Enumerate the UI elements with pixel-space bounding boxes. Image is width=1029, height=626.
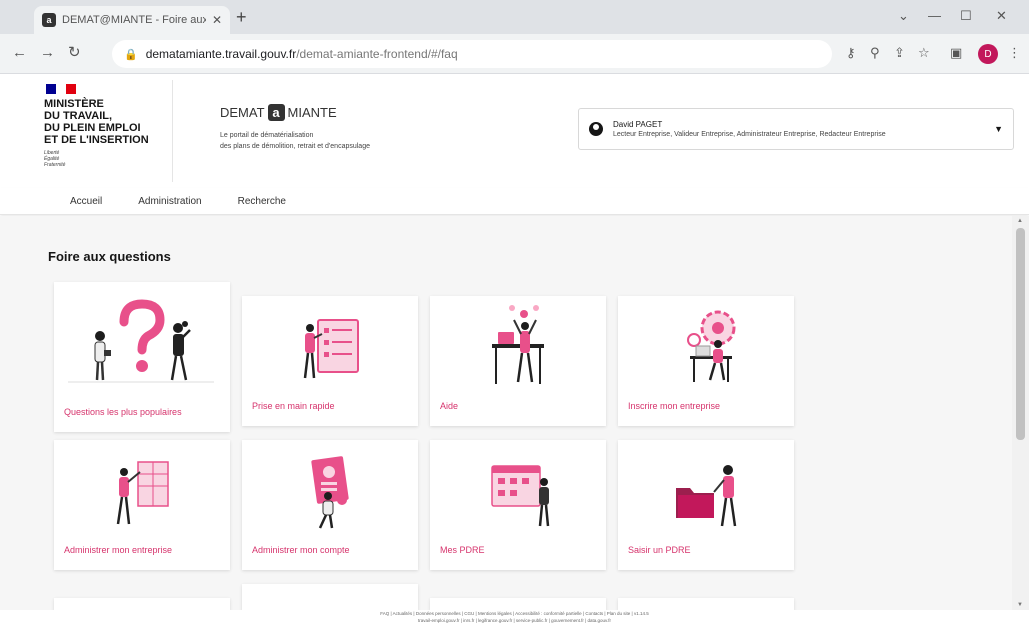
page-scrollbar[interactable]: ▲ ▼ [1012,216,1029,610]
bookmark-star-icon[interactable]: ☆ [918,46,930,60]
faq-card-partial[interactable] [242,584,418,610]
minimize-icon[interactable]: — [928,8,941,23]
tab-search-icon[interactable]: ⌄ [898,8,909,24]
checklist-board-illustration [303,319,359,379]
page-title: Foire aux questions [48,249,171,264]
new-tab-icon[interactable]: + [236,8,247,26]
user-name: David PAGET [613,119,663,129]
profile-avatar[interactable]: D [978,44,998,64]
card-label: Prise en main rapide [252,401,335,411]
card-label: Mes PDRE [440,545,485,555]
toolbar: ← → ↻ 🔒 dematamiante.travail.gouv.fr/dem… [0,34,1029,74]
service-tagline: Le portail de dématérialisation des plan… [220,132,370,150]
footer-links[interactable]: FAQ | Actualités | Données personnelles … [0,610,1029,617]
marianne-flag-icon [46,84,76,94]
card-label: Aide [440,401,459,411]
footer-partner-links[interactable]: travail-emploi.gouv.fr | inrs.fr | legif… [0,617,1029,624]
lock-icon[interactable]: 🔒 [124,48,138,61]
browser-window: a DEMAT@MIANTE - Foire aux q... ✕ + ⌄ — … [0,0,1029,626]
tab-strip: a DEMAT@MIANTE - Foire aux q... ✕ + ⌄ — … [0,0,1029,34]
card-label: Questions les plus populaires [64,407,182,417]
side-panel-icon[interactable]: ▣ [950,46,962,60]
brand-logo-icon: a [267,104,285,121]
faq-card-my-pdre[interactable]: Mes PDRE [430,440,606,570]
wall-board-illustration [116,461,169,525]
user-account-dropdown[interactable]: David PAGET Lecteur Entreprise, Valideur… [578,108,1014,150]
scrollbar-thumb[interactable] [1016,228,1025,440]
question-people-illustration [68,299,214,383]
user-account-icon [589,122,603,136]
card-label: Saisir un PDRE [628,545,691,555]
faq-card-help[interactable]: Aide [430,296,606,426]
faq-card-enter-pdre[interactable]: Saisir un PDRE [618,440,794,570]
page-footer: FAQ | Actualités | Données personnelles … [0,610,1029,626]
scroll-up-icon[interactable]: ▲ [1017,218,1023,224]
faq-card-partial[interactable] [618,598,794,610]
faq-card-quick-start[interactable]: Prise en main rapide [242,296,418,426]
header-divider [172,80,173,182]
faq-card-manage-company[interactable]: Administrer mon entreprise [54,440,230,570]
user-roles: Lecteur Entreprise, Valideur Entreprise,… [613,130,886,138]
forward-icon[interactable]: → [40,45,55,61]
tab-title: DEMAT@MIANTE - Foire aux q... [62,14,206,26]
zoom-icon[interactable]: ⚲ [870,46,880,60]
faq-card-partial[interactable] [430,598,606,610]
profile-card-illustration [311,456,349,529]
nav-item-recherche[interactable]: Recherche [220,188,304,215]
calendar-board-illustration [491,465,550,527]
address-bar[interactable]: 🔒 dematamiante.travail.gouv.fr/demat-ami… [112,40,832,68]
republic-motto: Liberté Égalité Fraternité [44,150,66,168]
browser-tab[interactable]: a DEMAT@MIANTE - Foire aux q... ✕ [34,6,230,34]
gear-desk-illustration [687,310,736,382]
nav-item-administration[interactable]: Administration [120,188,219,215]
scroll-down-icon[interactable]: ▼ [1017,602,1023,608]
card-label: Administrer mon compte [252,545,350,555]
maximize-icon[interactable]: ☐ [960,8,972,24]
faq-card-register-company[interactable]: Inscrire mon entreprise [618,296,794,426]
ministry-name[interactable]: MINISTÈRE DU TRAVAIL, DU PLEIN EMPLOI ET… [44,98,149,146]
card-label: Administrer mon entreprise [64,545,173,555]
caret-down-icon: ▼ [994,124,1003,134]
main-content: Foire aux questions Questions les plus p… [0,216,1012,610]
close-window-icon[interactable]: ✕ [996,8,1007,24]
close-tab-icon[interactable]: ✕ [212,13,222,27]
site-header: MINISTÈRE DU TRAVAIL, DU PLEIN EMPLOI ET… [0,74,1029,188]
faq-card-manage-account[interactable]: Administrer mon compte [242,440,418,570]
folder-person-illustration [676,465,737,527]
url-text: dematamiante.travail.gouv.fr/demat-amian… [145,47,458,61]
key-icon[interactable]: ⚷ [846,46,856,60]
helper-desk-illustration [492,305,544,384]
reload-icon[interactable]: ↻ [68,45,81,61]
more-menu-icon[interactable]: ⋮ [1008,46,1021,60]
nav-item-accueil[interactable]: Accueil [52,188,120,215]
main-navigation: Accueil Administration Recherche [0,188,1029,215]
site-favicon-icon: a [42,13,56,27]
faq-card-popular[interactable]: Questions les plus populaires [54,282,230,432]
back-icon[interactable]: ← [12,45,27,61]
service-logo[interactable]: DEMAT a MIANTE [220,104,337,121]
faq-card-partial[interactable] [54,598,230,610]
card-label: Inscrire mon entreprise [628,401,721,411]
share-icon[interactable]: ⇪ [894,46,905,60]
